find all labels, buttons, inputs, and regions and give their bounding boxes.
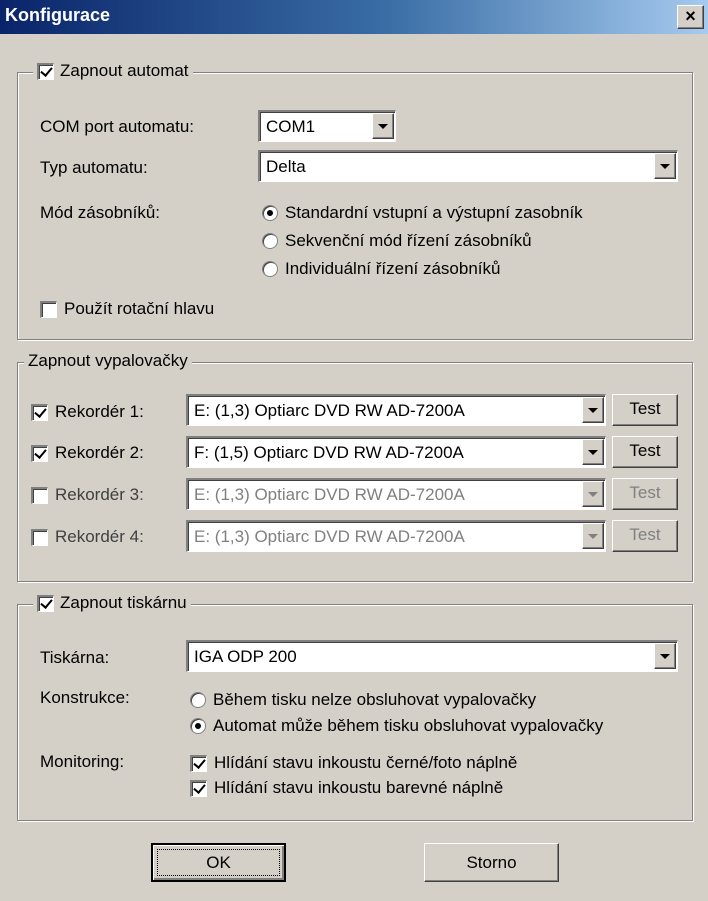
mode-option-label[interactable]: Sekvenční mód řízení zásobníků (285, 231, 532, 251)
enable-automat-label[interactable]: Zapnout automat (60, 61, 189, 81)
chevron-down-icon (582, 523, 604, 549)
recorder-4-toggle[interactable]: Rekordér 4: (31, 527, 144, 547)
recorder-1-toggle[interactable]: Rekordér 1: (31, 402, 144, 422)
title-bar: Konfigurace × (0, 0, 708, 34)
recorder-3-test-button: Test (612, 478, 678, 510)
cancel-button[interactable]: Storno (424, 843, 559, 882)
recorder-3-toggle[interactable]: Rekordér 3: (31, 485, 144, 505)
monitoring-option-color[interactable]: Hlídání stavu inkoustu barevné náplně (190, 778, 503, 798)
recorder-1-checkbox[interactable] (31, 403, 48, 421)
recorder-3-label[interactable]: Rekordér 3: (55, 485, 144, 505)
mode-option-label[interactable]: Individuální řízení zásobníků (285, 259, 500, 279)
rotary-head-label[interactable]: Použít rotační hlavu (64, 299, 214, 319)
test-button-label: Test (629, 483, 661, 502)
automat-group-legend: Zapnout automat (33, 61, 193, 81)
construction-option-no-burn[interactable]: Během tisku nelze obsluhovat vypalovačky (190, 690, 536, 710)
radio-icon[interactable] (262, 233, 278, 249)
mode-option-individual[interactable]: Individuální řízení zásobníků (262, 259, 500, 279)
recorder-1-drive-value: E: (1,3) Optiarc DVD RW AD-7200A (194, 401, 465, 420)
printer-value: IGA ODP 200 (194, 647, 297, 666)
recorder-3-drive-value: E: (1,3) Optiarc DVD RW AD-7200A (194, 485, 465, 504)
recorder-2-drive-value: F: (1,5) Optiarc DVD RW AD-7200A (194, 443, 464, 462)
mode-option-standard[interactable]: Standardní vstupní a výstupní zasobník (262, 203, 583, 223)
recorder-3-drive-select: E: (1,3) Optiarc DVD RW AD-7200A (186, 478, 606, 510)
test-button-label: Test (629, 525, 661, 544)
chevron-down-icon[interactable] (654, 643, 676, 669)
test-button-label: Test (629, 399, 661, 418)
mode-option-label[interactable]: Standardní vstupní a výstupní zasobník (285, 203, 583, 223)
window-title: Konfigurace (5, 5, 111, 25)
recorder-1-drive-select[interactable]: E: (1,3) Optiarc DVD RW AD-7200A (186, 394, 606, 426)
construction-option-label[interactable]: Automat může během tisku obsluhovat vypa… (213, 716, 603, 736)
test-button-label: Test (629, 441, 661, 460)
burners-group-legend: Zapnout vypalovačky (24, 351, 192, 371)
close-button[interactable]: × (677, 5, 704, 29)
com-port-value: COM1 (266, 117, 316, 136)
chevron-down-icon[interactable] (582, 397, 604, 423)
cancel-button-label: Storno (466, 853, 517, 872)
chevron-down-icon[interactable] (654, 153, 676, 179)
ok-button[interactable]: OK (151, 843, 286, 882)
recorder-1-test-button[interactable]: Test (612, 394, 678, 426)
automat-type-label: Typ automatu: (40, 158, 148, 177)
com-port-label: COM port automatu: (40, 117, 195, 136)
recorder-4-test-button: Test (612, 520, 678, 552)
printer-label: Tiskárna: (40, 648, 110, 667)
construction-option-label[interactable]: Během tisku nelze obsluhovat vypalovačky (213, 690, 536, 710)
chevron-down-icon[interactable] (582, 439, 604, 465)
printer-select[interactable]: IGA ODP 200 (186, 640, 678, 672)
construction-label: Konstrukce: (40, 688, 130, 707)
chevron-down-icon[interactable] (372, 113, 394, 139)
enable-printer-checkbox[interactable] (37, 594, 54, 612)
radio-icon[interactable] (262, 205, 278, 221)
recorder-4-drive-value: E: (1,3) Optiarc DVD RW AD-7200A (194, 527, 465, 546)
recorder-2-checkbox[interactable] (31, 444, 48, 462)
radio-icon[interactable] (190, 692, 206, 708)
monitoring-option-label[interactable]: Hlídání stavu inkoustu barevné náplně (214, 778, 503, 798)
monitoring-black-checkbox[interactable] (190, 754, 207, 772)
monitoring-color-checkbox[interactable] (190, 779, 207, 797)
monitoring-label: Monitoring: (40, 752, 125, 771)
rotary-head-checkbox[interactable] (40, 300, 57, 318)
monitoring-option-label[interactable]: Hlídání stavu inkoustu černé/foto náplně (214, 753, 517, 773)
chevron-down-icon (582, 481, 604, 507)
recorder-4-label[interactable]: Rekordér 4: (55, 527, 144, 547)
focus-rect (157, 849, 280, 876)
recorder-1-label[interactable]: Rekordér 1: (55, 402, 144, 422)
automat-type-select[interactable]: Delta (258, 150, 678, 182)
automat-type-value: Delta (266, 157, 306, 176)
enable-printer-label[interactable]: Zapnout tiskárnu (60, 593, 187, 613)
recorder-3-checkbox[interactable] (31, 486, 48, 504)
radio-icon[interactable] (262, 261, 278, 277)
mode-option-sequential[interactable]: Sekvenční mód řízení zásobníků (262, 231, 532, 251)
com-port-select[interactable]: COM1 (258, 110, 396, 142)
recorder-2-label[interactable]: Rekordér 2: (55, 443, 144, 463)
enable-automat-checkbox[interactable] (37, 62, 54, 80)
radio-icon[interactable] (190, 718, 206, 734)
recorder-4-checkbox[interactable] (31, 528, 48, 546)
construction-option-can-burn[interactable]: Automat může během tisku obsluhovat vypa… (190, 716, 603, 736)
recorder-2-drive-select[interactable]: F: (1,5) Optiarc DVD RW AD-7200A (186, 436, 606, 468)
close-icon: × (685, 6, 696, 26)
burners-group-label: Zapnout vypalovačky (28, 351, 188, 370)
recorder-4-drive-select: E: (1,3) Optiarc DVD RW AD-7200A (186, 520, 606, 552)
mode-label: Mód zásobníků: (40, 203, 161, 222)
printer-group-legend: Zapnout tiskárnu (33, 593, 191, 613)
monitoring-option-black[interactable]: Hlídání stavu inkoustu černé/foto náplně (190, 753, 517, 773)
rotary-head-option[interactable]: Použít rotační hlavu (40, 299, 214, 319)
recorder-2-toggle[interactable]: Rekordér 2: (31, 443, 144, 463)
recorder-2-test-button[interactable]: Test (612, 436, 678, 468)
